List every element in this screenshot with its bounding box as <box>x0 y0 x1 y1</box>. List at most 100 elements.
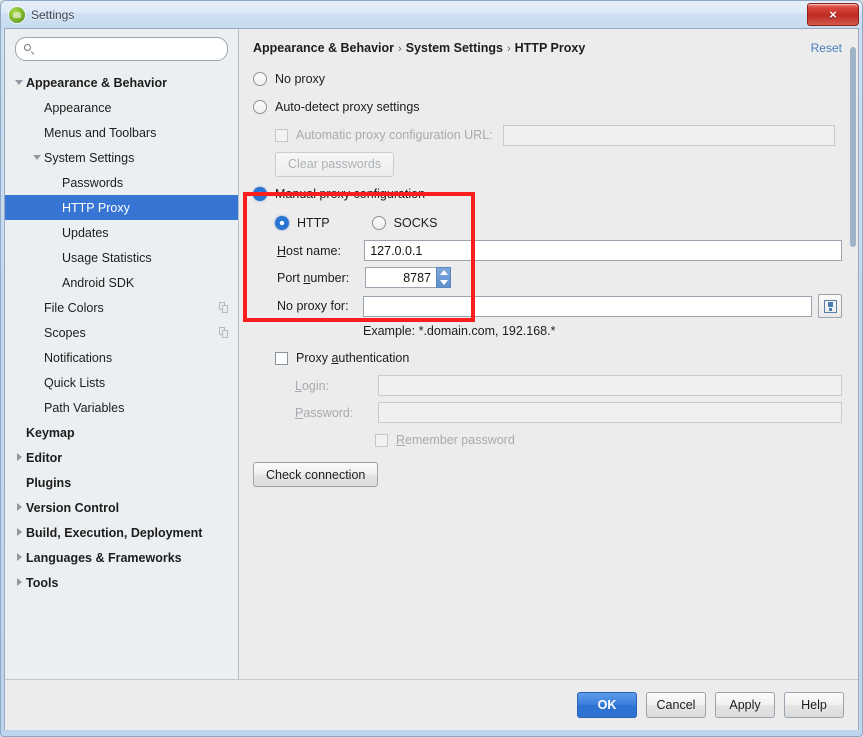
clear-passwords-row: Clear passwords <box>275 149 842 179</box>
stepper-down-icon[interactable] <box>439 279 448 285</box>
socks-label: SOCKS <box>393 216 438 230</box>
sidebar-item-usage-statistics[interactable]: Usage Statistics <box>5 245 238 270</box>
sidebar-item-file-colors[interactable]: File Colors <box>5 295 238 320</box>
panel-scrollbar[interactable] <box>848 29 858 679</box>
remember-password-row: Remember password <box>375 426 842 454</box>
sidebar-item-label: Android SDK <box>62 275 135 290</box>
clear-passwords-button[interactable]: Clear passwords <box>275 151 395 177</box>
login-input[interactable] <box>378 375 842 396</box>
sidebar-item-passwords[interactable]: Passwords <box>5 170 238 195</box>
copy-icon[interactable] <box>219 301 230 314</box>
chevron-right-icon[interactable] <box>13 526 26 539</box>
sidebar-item-scopes[interactable]: Scopes <box>5 320 238 345</box>
password-input[interactable] <box>378 402 842 423</box>
breadcrumb-part-2[interactable]: System Settings <box>406 41 503 55</box>
ok-button[interactable]: OK <box>577 692 637 718</box>
check-connection-button[interactable]: Check connection <box>253 462 379 487</box>
search-box[interactable] <box>15 37 228 61</box>
sidebar-item-notifications[interactable]: Notifications <box>5 345 238 370</box>
remember-password-label: Remember password <box>396 433 515 447</box>
breadcrumb-part-3: HTTP Proxy <box>514 41 586 55</box>
no-proxy-for-label: No proxy for: <box>277 299 349 313</box>
sidebar-item-languages-frameworks[interactable]: Languages & Frameworks <box>5 545 238 570</box>
no-proxy-radio[interactable] <box>253 72 267 86</box>
sidebar-item-label: Languages & Frameworks <box>26 550 182 565</box>
sidebar-item-system-settings[interactable]: System Settings <box>5 145 238 170</box>
window-title: Settings <box>31 7 75 22</box>
no-proxy-for-expand-button[interactable] <box>818 294 842 318</box>
help-button[interactable]: Help <box>784 692 844 718</box>
settings-tree: Appearance & Behavior Appearance Menus and… <box>5 68 238 679</box>
sidebar-item-label: HTTP Proxy <box>62 200 130 215</box>
sidebar-item-updates[interactable]: Updates <box>5 220 238 245</box>
sidebar-item-path-variables[interactable]: Path Variables <box>5 395 238 420</box>
manual-proxy-label: Manual proxy configuration <box>275 187 426 201</box>
cancel-button[interactable]: Cancel <box>646 692 706 718</box>
sidebar-item-build-execution-deployment[interactable]: Build, Execution, Deployment <box>5 520 238 545</box>
sidebar-item-label: Usage Statistics <box>62 250 152 265</box>
breadcrumb-part-1[interactable]: Appearance & Behavior <box>253 41 394 55</box>
close-button[interactable]: × <box>807 3 859 26</box>
sidebar-item-android-sdk[interactable]: Android SDK <box>5 270 238 295</box>
sidebar-item-editor[interactable]: Editor <box>5 445 238 470</box>
chevron-right-icon[interactable] <box>13 576 26 589</box>
sidebar-item-http-proxy[interactable]: HTTP Proxy <box>5 195 238 220</box>
window-bottom-edge <box>1 730 862 736</box>
http-radio[interactable] <box>275 216 289 230</box>
port-number-input[interactable] <box>365 267 437 288</box>
no-proxy-for-input[interactable] <box>362 295 812 317</box>
sidebar-item-tools[interactable]: Tools <box>5 570 238 595</box>
auto-config-url-input[interactable] <box>502 124 835 146</box>
android-icon <box>9 6 25 23</box>
sidebar-item-plugins[interactable]: Plugins <box>5 470 238 495</box>
panel-scrollbar-thumb[interactable] <box>850 47 856 247</box>
chevron-right-icon[interactable] <box>13 551 26 564</box>
sidebar-item-keymap[interactable]: Keymap <box>5 420 238 445</box>
apply-button[interactable]: Apply <box>715 692 775 718</box>
auto-detect-proxy-radio[interactable] <box>253 100 267 114</box>
remember-password-checkbox[interactable] <box>375 433 388 447</box>
host-name-row: Host name: <box>277 237 842 264</box>
chevron-right-icon[interactable] <box>13 501 26 514</box>
chevron-right-icon[interactable] <box>13 451 26 464</box>
search-icon <box>24 43 35 55</box>
proxy-authentication-row[interactable]: Proxy authentication <box>275 344 842 372</box>
protocol-row: HTTP SOCKS <box>275 209 842 237</box>
sidebar-item-quick-lists[interactable]: Quick Lists <box>5 370 238 395</box>
chevron-down-icon[interactable] <box>13 76 26 89</box>
sidebar-item-appearance-behavior[interactable]: Appearance & Behavior <box>5 70 238 95</box>
host-name-label: Host name: <box>277 243 341 258</box>
settings-sidebar: Appearance & Behavior Appearance Menus and… <box>5 29 239 679</box>
sidebar-item-label: Tools <box>26 575 59 590</box>
no-proxy-row[interactable]: No proxy <box>253 65 842 93</box>
stepper-up-icon[interactable] <box>439 270 448 276</box>
port-number-row: Port number: <box>277 264 842 291</box>
http-label: HTTP <box>297 216 330 230</box>
auto-config-url-checkbox[interactable] <box>275 128 288 142</box>
manual-proxy-radio[interactable] <box>253 187 267 201</box>
sidebar-item-menus-and-toolbars[interactable]: Menus and Toolbars <box>5 120 238 145</box>
proxy-authentication-checkbox[interactable] <box>275 351 288 365</box>
socks-radio[interactable] <box>371 216 386 230</box>
chevron-down-icon[interactable] <box>31 151 44 164</box>
sidebar-item-version-control[interactable]: Version Control <box>5 495 238 520</box>
sidebar-item-label: Keymap <box>26 425 75 440</box>
reset-link[interactable]: Reset <box>811 41 842 55</box>
auto-detect-proxy-row[interactable]: Auto-detect proxy settings <box>253 93 842 121</box>
search-input[interactable] <box>40 41 219 57</box>
http-proxy-panel: Appearance & Behavior › System Settings › HT… <box>239 29 858 679</box>
copy-icon[interactable] <box>219 326 230 339</box>
sidebar-item-appearance[interactable]: Appearance <box>5 95 238 120</box>
sidebar-item-label: Passwords <box>62 175 124 190</box>
host-name-input[interactable] <box>364 240 842 261</box>
port-number-stepper[interactable] <box>436 267 451 288</box>
manual-proxy-row[interactable]: Manual proxy configuration <box>253 179 842 209</box>
